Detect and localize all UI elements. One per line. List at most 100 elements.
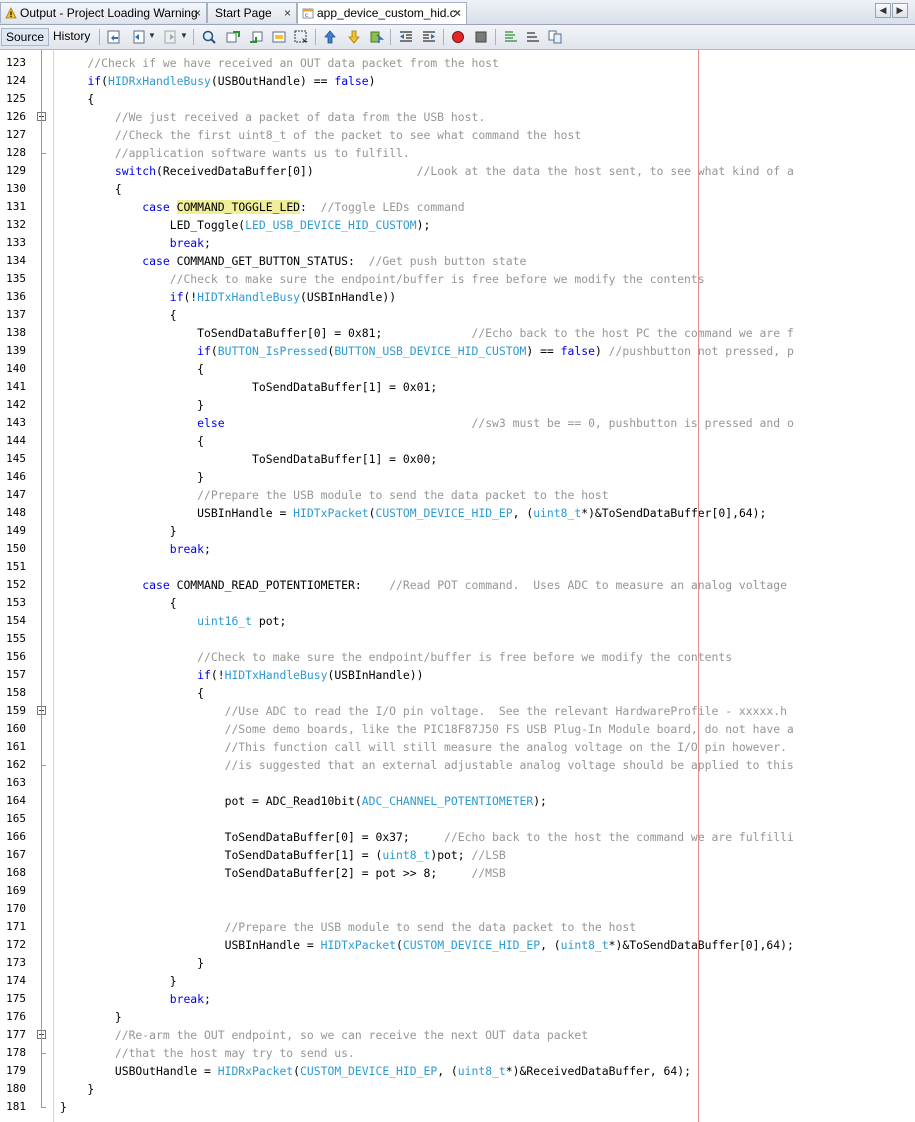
code-line[interactable]: //We just received a packet of data from… bbox=[60, 108, 485, 126]
back-icon[interactable] bbox=[131, 29, 147, 45]
toggle-highlight-icon[interactable] bbox=[271, 29, 287, 45]
line-number: 168 bbox=[6, 866, 26, 879]
code-line[interactable]: //Check to make sure the endpoint/buffer… bbox=[60, 270, 705, 288]
code-line[interactable]: { bbox=[60, 432, 204, 450]
code-line[interactable]: pot = ADC_Read10bit(ADC_CHANNEL_POTENTIO… bbox=[60, 792, 547, 810]
line-number: 129 bbox=[6, 164, 26, 177]
code-line[interactable]: //that the host may try to send us. bbox=[60, 1044, 355, 1062]
line-number: 177 bbox=[6, 1028, 26, 1041]
code-line[interactable]: } bbox=[60, 954, 204, 972]
zoom-icon[interactable] bbox=[201, 29, 217, 45]
code-line[interactable]: else //sw3 must be == 0, pushbutton is p… bbox=[60, 414, 794, 432]
code-line[interactable]: USBInHandle = HIDTxPacket(CUSTOM_DEVICE_… bbox=[60, 936, 794, 954]
code-line[interactable]: { bbox=[60, 360, 204, 378]
code-line[interactable]: ToSendDataBuffer[2] = pot >> 8; //MSB bbox=[60, 864, 506, 882]
code-line[interactable]: if(!HIDTxHandleBusy(USBInHandle)) bbox=[60, 288, 396, 306]
code-token: CUSTOM_DEVICE_HID_EP bbox=[375, 506, 513, 520]
code-line[interactable]: { bbox=[60, 306, 177, 324]
code-line[interactable]: switch(ReceivedDataBuffer[0]) //Look at … bbox=[60, 162, 794, 180]
rect-select-icon[interactable] bbox=[293, 29, 309, 45]
code-line[interactable]: //Prepare the USB module to send the dat… bbox=[60, 486, 608, 504]
find-previous-icon[interactable] bbox=[225, 29, 241, 45]
code-line[interactable]: } bbox=[60, 1080, 94, 1098]
code-line[interactable]: //This function call will still measure … bbox=[60, 738, 787, 756]
code-line[interactable]: ToSendDataBuffer[0] = 0x81; //Echo back … bbox=[60, 324, 794, 342]
code-line[interactable]: //Check to make sure the endpoint/buffer… bbox=[60, 648, 732, 666]
code-line[interactable]: //Some demo boards, like the PIC18F87J50… bbox=[60, 720, 794, 738]
code-line[interactable]: if(HIDRxHandleBusy(USBOutHandle) == fals… bbox=[60, 72, 376, 90]
code-line[interactable]: break; bbox=[60, 540, 211, 558]
code-line[interactable]: //Prepare the USB module to send the dat… bbox=[60, 918, 636, 936]
shift-left-icon[interactable] bbox=[398, 29, 414, 45]
code-line[interactable]: } bbox=[60, 468, 204, 486]
next-bookmark-icon[interactable] bbox=[346, 29, 362, 45]
code-line[interactable]: { bbox=[60, 90, 94, 108]
close-icon[interactable]: × bbox=[194, 3, 201, 23]
forward-icon[interactable] bbox=[162, 29, 178, 45]
code-token: } bbox=[60, 524, 177, 538]
code-line[interactable]: ToSendDataBuffer[0] = 0x37; //Echo back … bbox=[60, 828, 794, 846]
code-line[interactable]: } bbox=[60, 522, 177, 540]
find-next-icon[interactable] bbox=[248, 29, 264, 45]
line-number: 180 bbox=[6, 1082, 26, 1095]
chevron-down-icon[interactable]: ▼ bbox=[148, 31, 156, 40]
stop-macro-icon[interactable] bbox=[473, 29, 489, 45]
code-token: //Read POT command. Uses ADC to measure … bbox=[389, 578, 787, 592]
close-icon[interactable]: × bbox=[454, 3, 461, 23]
code-line[interactable]: //Use ADC to read the I/O pin voltage. S… bbox=[60, 702, 787, 720]
line-number: 139 bbox=[6, 344, 26, 357]
code-line[interactable]: ToSendDataBuffer[1] = 0x01; bbox=[60, 378, 437, 396]
shift-right-icon[interactable] bbox=[421, 29, 437, 45]
history-button[interactable]: History bbox=[49, 28, 94, 46]
code-line[interactable]: USBOutHandle = HIDRxPacket(CUSTOM_DEVICE… bbox=[60, 1062, 691, 1080]
code-line[interactable]: case COMMAND_TOGGLE_LED: //Toggle LEDs c… bbox=[60, 198, 465, 216]
tab-start-page-label: Start Page bbox=[215, 6, 272, 20]
code-line[interactable]: //Re-arm the OUT endpoint, so we can rec… bbox=[60, 1026, 588, 1044]
tab-output[interactable]: Output - Project Loading Warning × bbox=[0, 2, 207, 23]
code-line[interactable]: case COMMAND_GET_BUTTON_STATUS: //Get pu… bbox=[60, 252, 526, 270]
chevron-down-icon[interactable]: ▼ bbox=[180, 31, 188, 40]
code-line[interactable]: } bbox=[60, 396, 204, 414]
code-line[interactable]: } bbox=[60, 1008, 122, 1026]
line-number: 132 bbox=[6, 218, 26, 231]
code-line[interactable]: } bbox=[60, 972, 177, 990]
scroll-tabs-right-icon[interactable]: ▶ bbox=[892, 3, 908, 18]
code-line[interactable]: USBInHandle = HIDTxPacket(CUSTOM_DEVICE_… bbox=[60, 504, 766, 522]
code-token: ; bbox=[204, 236, 211, 250]
uncomment-icon[interactable] bbox=[525, 29, 541, 45]
code-line[interactable]: //is suggested that an external adjustab… bbox=[60, 756, 794, 774]
code-line[interactable]: LED_Toggle(LED_USB_DEVICE_HID_CUSTOM); bbox=[60, 216, 431, 234]
code-token: HIDTxPacket bbox=[320, 938, 397, 952]
code-line[interactable]: uint16_t pot; bbox=[60, 612, 286, 630]
code-line[interactable]: //Check the first uint8_t of the packet … bbox=[60, 126, 581, 144]
record-macro-icon[interactable] bbox=[450, 29, 466, 45]
line-number: 165 bbox=[6, 812, 26, 825]
code-line[interactable]: //Check if we have received an OUT data … bbox=[60, 54, 498, 72]
comment-icon[interactable] bbox=[503, 29, 519, 45]
toggle-bookmark-icon[interactable] bbox=[368, 29, 384, 45]
code-line[interactable]: ToSendDataBuffer[1] = 0x00; bbox=[60, 450, 437, 468]
code-line[interactable]: //application software wants us to fulfi… bbox=[60, 144, 410, 162]
diff-icon[interactable] bbox=[547, 29, 563, 45]
scroll-tabs-left-icon[interactable]: ◀ bbox=[875, 3, 891, 18]
code-line[interactable]: case COMMAND_READ_POTENTIOMETER: //Read … bbox=[60, 576, 787, 594]
code-line[interactable]: { bbox=[60, 684, 204, 702]
code-editor[interactable]: //Check if we have received an OUT data … bbox=[54, 50, 915, 1122]
code-line[interactable]: break; bbox=[60, 234, 211, 252]
tab-app-device-custom-hid[interactable]: c app_device_custom_hid.c × bbox=[297, 2, 467, 24]
code-line[interactable]: break; bbox=[60, 990, 211, 1008]
code-line[interactable]: } bbox=[60, 1098, 67, 1116]
previous-bookmark-icon[interactable] bbox=[322, 29, 338, 45]
code-line[interactable]: if(!HIDTxHandleBusy(USBInHandle)) bbox=[60, 666, 423, 684]
close-icon[interactable]: × bbox=[284, 3, 291, 23]
code-token: ) bbox=[368, 74, 376, 88]
tab-start-page[interactable]: Start Page × bbox=[207, 2, 297, 23]
source-button[interactable]: Source bbox=[1, 28, 50, 46]
last-edit-icon[interactable] bbox=[106, 29, 122, 45]
code-line[interactable]: { bbox=[60, 180, 122, 198]
code-line[interactable]: ToSendDataBuffer[1] = (uint8_t)pot; //LS… bbox=[60, 846, 506, 864]
code-line[interactable]: { bbox=[60, 594, 177, 612]
code-line[interactable]: if(BUTTON_IsPressed(BUTTON_USB_DEVICE_HI… bbox=[60, 342, 794, 360]
